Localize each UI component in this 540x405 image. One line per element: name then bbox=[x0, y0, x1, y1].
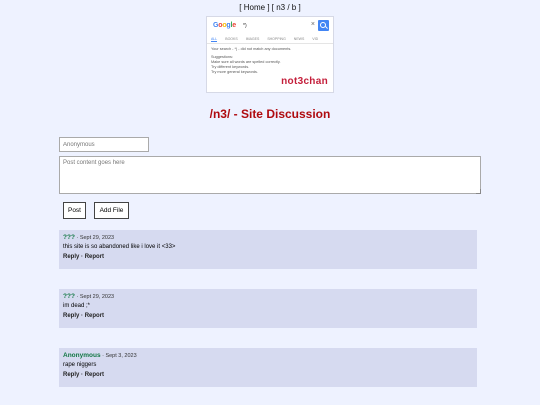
post-author: ??? bbox=[63, 234, 75, 241]
post-actions: Reply · Report bbox=[63, 372, 105, 378]
post-body: rape niggers bbox=[63, 362, 97, 368]
board-banner: Google *) × ALL BOOKS IMAGES SHOPPING NE… bbox=[206, 16, 334, 93]
nav-bracket: [ bbox=[239, 3, 242, 12]
post-author: Anonymous bbox=[63, 352, 101, 359]
banner-tab: ALL bbox=[211, 37, 218, 42]
nav-home-link[interactable]: Home bbox=[244, 3, 265, 12]
post-actions: Reply · Report bbox=[63, 254, 105, 260]
post-header: Anonymous · Sept 3, 2023 bbox=[63, 352, 137, 359]
banner-tabs: ALL BOOKS IMAGES SHOPPING NEWS VID bbox=[207, 35, 333, 44]
post-content-input[interactable] bbox=[59, 156, 481, 194]
report-link[interactable]: Report bbox=[85, 372, 104, 378]
post-header: ??? · Sept 29, 2023 bbox=[63, 293, 115, 300]
nav-bracket: ] [ bbox=[267, 3, 274, 12]
banner-suggestion: Try more general keywords. bbox=[211, 70, 258, 74]
post-date: Sept 29, 2023 bbox=[79, 235, 115, 241]
top-nav: [ Home ] [ n3 / b ] bbox=[0, 3, 540, 12]
nav-bracket: ] bbox=[298, 3, 301, 12]
banner-tab: VID bbox=[312, 37, 319, 41]
post-item: ??? · Sept 29, 2023 im dead ;* Reply · R… bbox=[59, 289, 477, 328]
post-date: Sept 3, 2023 bbox=[105, 353, 137, 359]
reply-link[interactable]: Reply bbox=[63, 313, 79, 319]
report-link[interactable]: Report bbox=[85, 313, 104, 319]
site-wordmark: not3chan bbox=[281, 76, 328, 87]
add-file-button[interactable]: Add File bbox=[94, 202, 129, 219]
close-icon: × bbox=[310, 21, 315, 28]
report-link[interactable]: Report bbox=[85, 254, 104, 260]
banner-results: Your search - *) - did not match any doc… bbox=[207, 44, 333, 78]
search-icon bbox=[318, 20, 329, 31]
reply-link[interactable]: Reply bbox=[63, 372, 79, 378]
post-date: Sept 29, 2023 bbox=[79, 294, 115, 300]
name-input[interactable] bbox=[59, 137, 149, 152]
post-button[interactable]: Post bbox=[63, 202, 86, 219]
banner-tab: SHOPPING bbox=[267, 37, 286, 41]
reply-link[interactable]: Reply bbox=[63, 254, 79, 260]
post-header: ??? · Sept 29, 2023 bbox=[63, 234, 115, 241]
banner-tab: IMAGES bbox=[245, 37, 260, 41]
post-item: Anonymous · Sept 3, 2023 rape niggers Re… bbox=[59, 348, 477, 387]
post-body: im dead ;* bbox=[63, 303, 91, 309]
post-body: this site is so abandoned like i love it… bbox=[63, 244, 176, 250]
banner-tab: NEWS bbox=[293, 37, 305, 41]
resize-handle-icon[interactable] bbox=[476, 189, 481, 194]
nav-board-link[interactable]: n3 / b bbox=[276, 3, 296, 12]
post-actions: Reply · Report bbox=[63, 313, 105, 319]
banner-tab: BOOKS bbox=[225, 37, 238, 41]
page-title: /n3/ - Site Discussion bbox=[209, 107, 331, 121]
banner-search-bar: Google *) × bbox=[209, 19, 331, 33]
post-item: ??? · Sept 29, 2023 this site is so aban… bbox=[59, 230, 477, 269]
banner-query: *) bbox=[243, 23, 247, 29]
google-logo: Google bbox=[213, 22, 236, 29]
post-author: ??? bbox=[63, 293, 75, 300]
